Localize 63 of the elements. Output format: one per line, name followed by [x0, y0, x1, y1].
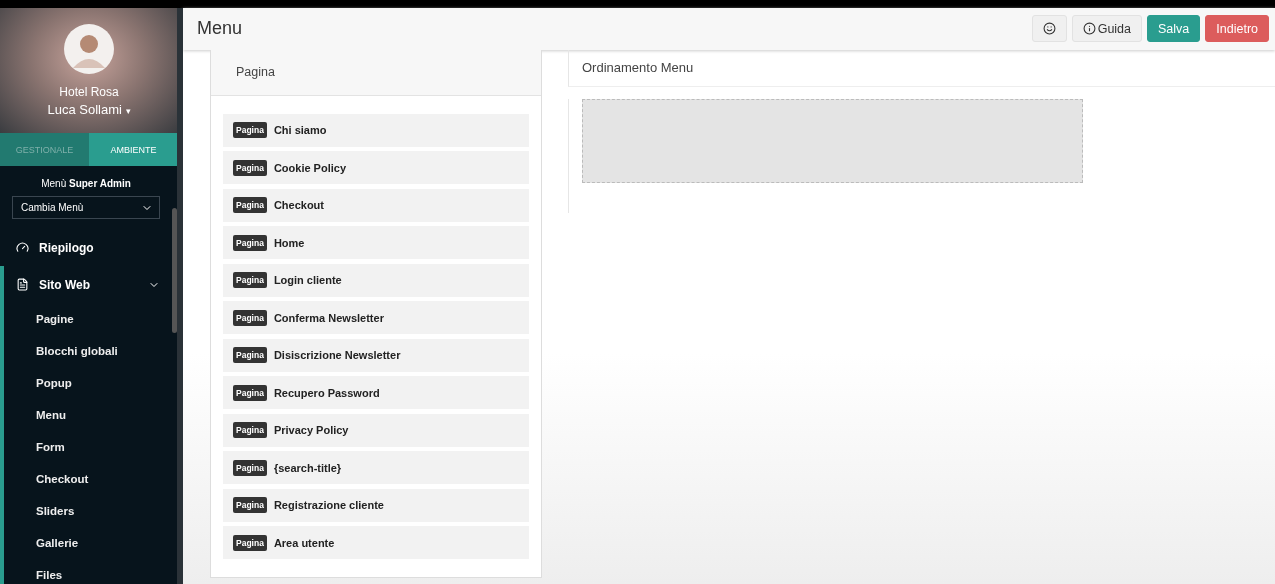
nav-subitem[interactable]: Files	[4, 559, 172, 584]
page-tag: Pagina	[233, 234, 267, 251]
menu-select[interactable]: Cambia Menù	[12, 196, 160, 219]
page-tag: Pagina	[233, 459, 267, 476]
page-label: Checkout	[273, 199, 324, 211]
page-tag: Pagina	[233, 534, 267, 551]
nav-subitem[interactable]: Pagine	[4, 303, 172, 335]
nav-subitem[interactable]: Blocchi globali	[4, 335, 172, 367]
page-label: Recupero Password	[273, 386, 380, 399]
page-tag: Pagina	[233, 497, 267, 513]
nav-subitem[interactable]: Menu	[4, 399, 172, 431]
page-label: Home	[273, 236, 305, 249]
panel-title: Pagina	[236, 65, 275, 79]
page-item[interactable]: Pagina {search-title}	[223, 451, 529, 484]
page-tag: Pagina	[233, 159, 267, 176]
page-tag: Pagina	[233, 309, 267, 326]
page-tag: Pagina	[233, 122, 267, 138]
emoji-button[interactable]	[1031, 15, 1067, 43]
page-item[interactable]: Pagina Registrazione cliente	[223, 488, 529, 522]
file-icon	[16, 278, 29, 291]
page-item[interactable]: Pagina Recupero Password	[223, 376, 529, 409]
page-item[interactable]: Pagina Checkout	[223, 188, 529, 222]
nav-subitem[interactable]: Popup	[4, 367, 172, 399]
nav-subitem[interactable]: Form	[4, 431, 172, 463]
hotel-name: Hotel Rosa	[59, 85, 119, 99]
page-item[interactable]: Pagina Home	[223, 226, 529, 259]
page-tag: Pagina	[233, 422, 267, 438]
page-tag: Pagina	[233, 347, 267, 363]
page-label: Chi siamo	[273, 124, 327, 136]
gauge-icon	[16, 241, 29, 254]
page-item[interactable]: Pagina Cookie Policy	[223, 151, 529, 184]
panel-title: Ordinamento Menu	[582, 60, 694, 75]
nav-subitem[interactable]: Checkout	[4, 463, 172, 495]
menu-label: Menù Super Admin	[40, 178, 132, 189]
back-button[interactable]: Indietro	[1205, 15, 1269, 43]
drop-zone[interactable]	[582, 98, 1083, 183]
page-item[interactable]: Pagina Disiscrizione Newsletter	[223, 338, 529, 372]
page-label: Cookie Policy	[273, 161, 346, 174]
nav-subitem[interactable]: Sliders	[4, 495, 172, 527]
page-label: Login cliente	[273, 274, 342, 286]
page-label: Conferma Newsletter	[273, 311, 384, 324]
page-label: Privacy Policy	[273, 424, 349, 436]
page-item[interactable]: Pagina Conferma Newsletter	[223, 301, 529, 334]
page-label: Disiscrizione Newsletter	[273, 349, 401, 361]
info-icon	[1082, 22, 1096, 36]
page-tag: Pagina	[233, 384, 267, 401]
page-tag: Pagina	[233, 272, 267, 288]
avatar	[64, 24, 114, 74]
nav-subitem[interactable]: Gallerie	[4, 527, 172, 559]
page-item[interactable]: Pagina Area utente	[223, 526, 529, 559]
page-item[interactable]: Pagina Privacy Policy	[223, 413, 529, 447]
smiley-icon	[1042, 22, 1056, 36]
page-item[interactable]: Pagina Chi siamo	[223, 113, 529, 147]
page-label: Registrazione cliente	[273, 499, 384, 511]
page-label: {search-title}	[273, 461, 342, 474]
user-menu[interactable]: Luca Sollami ▾	[47, 102, 131, 117]
scrollbar[interactable]	[172, 208, 177, 333]
guide-button[interactable]: Guida	[1071, 15, 1142, 43]
page-title: Menu	[197, 18, 244, 40]
page-item[interactable]: Pagina Login cliente	[223, 263, 529, 297]
page-tag: Pagina	[233, 197, 267, 213]
nav-item[interactable]: Riepilogo	[0, 229, 172, 266]
page-label: Area utente	[273, 536, 335, 549]
